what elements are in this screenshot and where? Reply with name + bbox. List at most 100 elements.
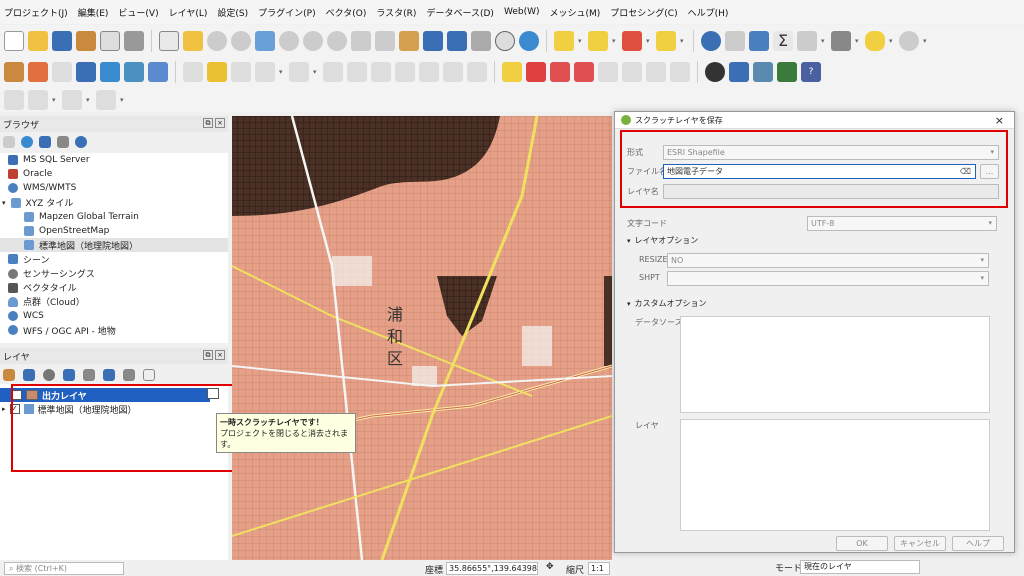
locator-icon[interactable] bbox=[899, 31, 919, 51]
select-location-icon[interactable] bbox=[656, 31, 676, 51]
zoom-out-icon[interactable] bbox=[231, 31, 251, 51]
gear-icon[interactable] bbox=[749, 31, 769, 51]
data-source-manager-icon[interactable] bbox=[4, 62, 24, 82]
pan-icon[interactable] bbox=[159, 31, 179, 51]
browser-item-oracle[interactable]: Oracle bbox=[0, 167, 228, 181]
new-spatialite-icon[interactable] bbox=[100, 62, 120, 82]
grass-icon[interactable] bbox=[753, 62, 773, 82]
add-ellipse-icon[interactable] bbox=[28, 90, 48, 110]
menu-mesh[interactable]: メッシュ(M) bbox=[550, 6, 601, 19]
add-circle-icon[interactable] bbox=[4, 90, 24, 110]
menu-settings[interactable]: 設定(S) bbox=[217, 6, 248, 19]
remove-layer-icon[interactable] bbox=[143, 369, 155, 381]
zoom-layer-icon[interactable] bbox=[303, 31, 323, 51]
ok-button[interactable]: OK bbox=[836, 536, 888, 551]
filter-icon[interactable] bbox=[63, 369, 75, 381]
diagram-icon[interactable] bbox=[550, 62, 570, 82]
zoom-in-icon[interactable] bbox=[207, 31, 227, 51]
datasource-options-table[interactable] bbox=[680, 316, 990, 413]
label-icon[interactable] bbox=[502, 62, 522, 82]
shpt-select[interactable]: ▾ bbox=[667, 271, 989, 286]
new-geopackage-icon[interactable] bbox=[28, 62, 48, 82]
annotation-icon[interactable] bbox=[865, 31, 885, 51]
menu-web[interactable]: Web(W) bbox=[504, 7, 540, 17]
locator-search-input[interactable]: ⌕ 検索 (Ctrl+K) bbox=[4, 562, 124, 575]
select-by-value-icon[interactable] bbox=[588, 31, 608, 51]
add-feature-icon[interactable] bbox=[255, 62, 275, 82]
menu-edit[interactable]: 編集(E) bbox=[78, 6, 109, 19]
scale-field[interactable]: 1:1 bbox=[588, 562, 610, 575]
help-icon[interactable]: ? bbox=[801, 62, 821, 82]
browser-item-xyz[interactable]: ▾ XYZ タイル bbox=[0, 196, 228, 210]
new-3d-view-icon[interactable] bbox=[423, 31, 443, 51]
clock-icon[interactable] bbox=[495, 31, 515, 51]
measure-icon[interactable] bbox=[831, 31, 851, 51]
label-pin-icon[interactable] bbox=[526, 62, 546, 82]
resize-select[interactable]: NO ▾ bbox=[667, 253, 989, 268]
menu-processing[interactable]: プロセシング(C) bbox=[610, 6, 677, 19]
undo-icon[interactable] bbox=[443, 62, 463, 82]
custom-options-header[interactable]: ▾ カスタムオプション bbox=[627, 298, 707, 309]
browser-item-mssql[interactable]: MS SQL Server bbox=[0, 153, 228, 167]
browser-item-mapzen[interactable]: Mapzen Global Terrain bbox=[0, 210, 228, 224]
visibility-icon[interactable] bbox=[43, 369, 55, 381]
refresh-icon[interactable] bbox=[21, 136, 33, 148]
save-edits-icon[interactable] bbox=[231, 62, 251, 82]
zoom-selection-icon[interactable] bbox=[279, 31, 299, 51]
cut-icon[interactable] bbox=[371, 62, 391, 82]
sigma-icon[interactable]: Σ bbox=[773, 31, 793, 51]
browser-item-wms[interactable]: WMS/WMTS bbox=[0, 181, 228, 195]
cancel-button[interactable]: キャンセル bbox=[894, 536, 946, 551]
float-icon[interactable]: ⧉ bbox=[203, 118, 213, 128]
redo-icon[interactable] bbox=[467, 62, 487, 82]
save-icon[interactable] bbox=[52, 31, 72, 51]
save-as-icon[interactable] bbox=[76, 31, 96, 51]
vertex-tool-icon[interactable] bbox=[289, 62, 309, 82]
new-map-view-icon[interactable] bbox=[399, 31, 419, 51]
browser-item-vectortile[interactable]: ベクタタイル bbox=[0, 281, 228, 295]
coord-field[interactable]: 35.86655°,139.64398° bbox=[446, 562, 538, 575]
help-button[interactable]: ヘルプ bbox=[952, 536, 1004, 551]
browser-item-wcs[interactable]: WCS bbox=[0, 309, 228, 323]
mode-select[interactable]: 現在のレイヤ bbox=[800, 560, 920, 574]
add-selected-icon[interactable] bbox=[3, 136, 15, 148]
edits-icon[interactable] bbox=[183, 62, 203, 82]
map-canvas[interactable]: 浦和区 bbox=[232, 116, 612, 560]
browser-item-wfs[interactable]: WFS / OGC API - 地物 bbox=[0, 323, 228, 337]
zoom-native-icon[interactable] bbox=[327, 31, 347, 51]
browser-item-pointcloud[interactable]: 点群（Cloud） bbox=[0, 295, 228, 309]
label-props-icon[interactable] bbox=[670, 62, 690, 82]
browser-item-gsi[interactable]: 標準地図（地理院地図） bbox=[0, 238, 228, 253]
new-shapefile-icon[interactable] bbox=[52, 62, 72, 82]
menu-project[interactable]: プロジェクト(J) bbox=[4, 6, 68, 19]
label-change-icon[interactable] bbox=[646, 62, 666, 82]
add-group-icon[interactable] bbox=[23, 369, 35, 381]
move-feature-icon[interactable] bbox=[323, 62, 343, 82]
label-show-icon[interactable] bbox=[574, 62, 594, 82]
python-icon[interactable] bbox=[729, 62, 749, 82]
layer-style-icon[interactable] bbox=[3, 369, 15, 381]
collapse-icon[interactable] bbox=[57, 136, 69, 148]
layout-manager-icon[interactable] bbox=[124, 31, 144, 51]
new-project-icon[interactable] bbox=[4, 31, 24, 51]
add-polygon-icon[interactable] bbox=[96, 90, 116, 110]
new-virtual-layer-icon[interactable] bbox=[124, 62, 144, 82]
extents-icon[interactable]: ✥ bbox=[546, 562, 554, 572]
bookmark-icon[interactable] bbox=[447, 31, 467, 51]
select-feature-icon[interactable] bbox=[554, 31, 574, 51]
attribute-table-icon[interactable] bbox=[725, 31, 745, 51]
info-icon[interactable] bbox=[75, 136, 87, 148]
show-bookmarks-icon[interactable] bbox=[471, 31, 491, 51]
delete-feature-icon[interactable] bbox=[347, 62, 367, 82]
resource-sharing-icon[interactable] bbox=[777, 62, 797, 82]
layer-options-header[interactable]: ▾ レイヤオプション bbox=[627, 235, 698, 246]
expand-all-icon[interactable] bbox=[103, 369, 115, 381]
digitize-icon[interactable] bbox=[76, 62, 96, 82]
identify-icon[interactable] bbox=[701, 31, 721, 51]
toggle-edit-icon[interactable] bbox=[207, 62, 227, 82]
layer-options-table[interactable] bbox=[680, 419, 990, 531]
menu-view[interactable]: ビュー(V) bbox=[118, 6, 158, 19]
zoom-next-icon[interactable] bbox=[375, 31, 395, 51]
label-rotate-icon[interactable] bbox=[622, 62, 642, 82]
browser-item-osm[interactable]: OpenStreetMap bbox=[0, 224, 228, 238]
